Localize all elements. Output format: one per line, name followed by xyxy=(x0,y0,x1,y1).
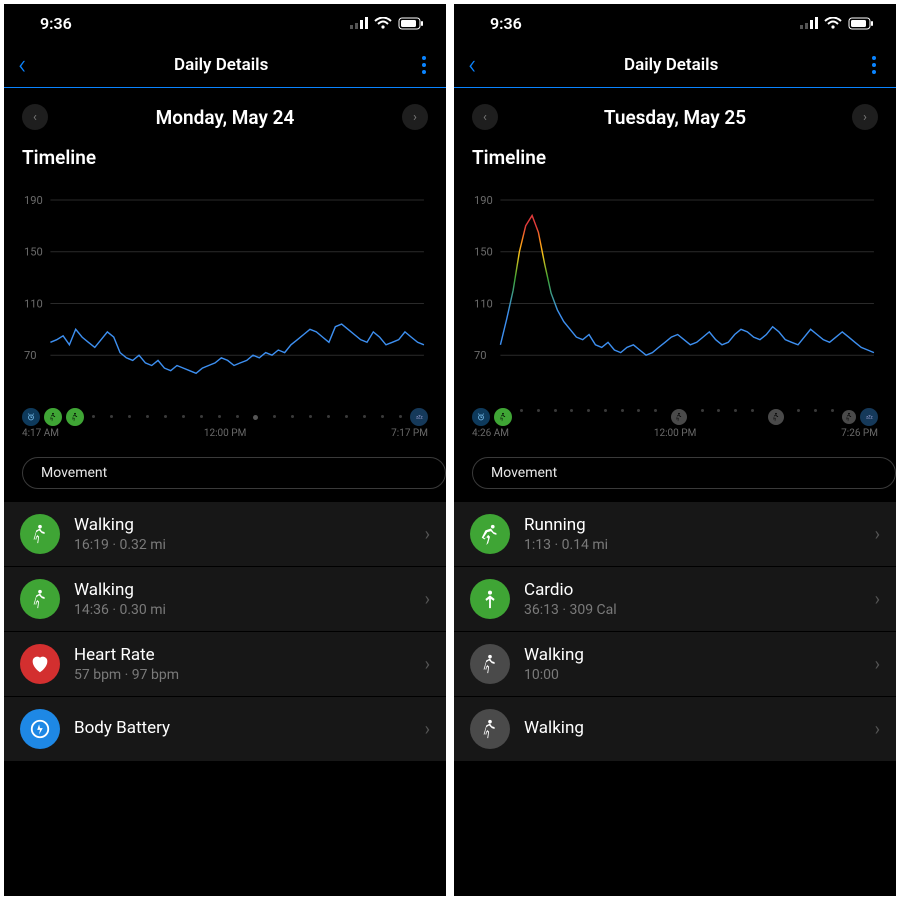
body-battery-icon xyxy=(20,709,60,749)
activity-title: Cardio xyxy=(524,580,861,600)
activity-row[interactable]: Walking › xyxy=(454,696,896,761)
walk-icon xyxy=(842,410,856,424)
heart-rate-chart[interactable]: 70 110 150 190 xyxy=(22,179,428,404)
chevron-right-icon: › xyxy=(425,654,430,675)
alarm-icon xyxy=(472,408,490,426)
activity-subtitle: 14:36 · 0.30 mi xyxy=(74,602,411,618)
activity-row[interactable]: Walking 16:19 · 0.32 mi › xyxy=(4,501,446,566)
activity-strip: zZz xyxy=(454,404,896,426)
chevron-right-icon: › xyxy=(875,524,880,545)
page-title: Daily Details xyxy=(174,55,268,75)
timeline-dots xyxy=(516,409,838,425)
activity-row[interactable]: Running 1:13 · 0.14 mi › xyxy=(454,501,896,566)
walk-icon xyxy=(470,644,510,684)
svg-text:70: 70 xyxy=(24,349,37,362)
signal-icon xyxy=(800,17,818,29)
chevron-right-icon: › xyxy=(875,654,880,675)
screen-left: 9:36 ‹ Daily Details ‹ Monday, May 24 › … xyxy=(4,4,446,896)
status-time: 9:36 xyxy=(490,14,522,33)
activity-subtitle: 57 bpm · 97 bpm xyxy=(74,667,411,683)
svg-text:110: 110 xyxy=(474,298,493,311)
activity-list: Walking 16:19 · 0.32 mi › Walking 14:36 … xyxy=(4,501,446,761)
chevron-right-icon: › xyxy=(875,589,880,610)
walk-icon xyxy=(671,409,687,425)
screen-right: 9:36 ‹ Daily Details ‹ Tuesday, May 25 ›… xyxy=(454,4,896,896)
status-bar: 9:36 xyxy=(4,4,446,42)
walk-icon xyxy=(768,409,784,425)
back-button[interactable]: ‹ xyxy=(468,48,476,81)
svg-text:zZz: zZz xyxy=(416,416,423,421)
next-day-button[interactable]: › xyxy=(852,104,878,130)
activity-list: Running 1:13 · 0.14 mi › Cardio 36:13 · … xyxy=(454,501,896,761)
timeline-heading: Timeline xyxy=(4,140,446,173)
walk-icon xyxy=(44,408,62,426)
activity-subtitle: 10:00 xyxy=(524,667,861,683)
activity-title: Body Battery xyxy=(74,718,411,738)
more-menu-button[interactable] xyxy=(416,50,432,80)
sleep-icon: zZz xyxy=(410,408,428,426)
activity-row[interactable]: Walking 10:00 › xyxy=(454,631,896,696)
status-bar: 9:36 xyxy=(454,4,896,42)
battery-icon xyxy=(398,17,424,30)
movement-filter-pill[interactable]: Movement xyxy=(472,457,896,489)
chart-x-labels: 4:17 AM 12:00 PM 7:17 PM xyxy=(4,426,446,453)
activity-title: Walking xyxy=(524,645,861,665)
battery-icon xyxy=(848,17,874,30)
sleep-icon: zZz xyxy=(860,408,878,426)
wifi-icon xyxy=(824,17,842,30)
activity-subtitle: 1:13 · 0.14 mi xyxy=(524,537,861,553)
walk-icon xyxy=(470,709,510,749)
walk-icon xyxy=(494,408,512,426)
timeline-dots xyxy=(88,415,406,420)
alarm-icon xyxy=(22,408,40,426)
chart-x-labels: 4:26 AM 12:00 PM 7:26 PM xyxy=(454,426,896,453)
heart-icon xyxy=(20,644,60,684)
back-button[interactable]: ‹ xyxy=(18,48,26,81)
svg-text:190: 190 xyxy=(474,194,493,207)
chevron-right-icon: › xyxy=(425,589,430,610)
walk-icon xyxy=(20,579,60,619)
wifi-icon xyxy=(374,17,392,30)
prev-day-button[interactable]: ‹ xyxy=(22,104,48,130)
chevron-right-icon: › xyxy=(875,719,880,740)
heart-rate-chart[interactable]: 70 110 150 190 xyxy=(472,179,878,404)
nav-bar: ‹ Daily Details xyxy=(4,42,446,88)
chevron-right-icon: › xyxy=(425,524,430,545)
svg-text:70: 70 xyxy=(474,349,487,362)
svg-text:zZz: zZz xyxy=(866,416,873,421)
more-menu-button[interactable] xyxy=(866,50,882,80)
activity-row[interactable]: Cardio 36:13 · 309 Cal › xyxy=(454,566,896,631)
svg-text:110: 110 xyxy=(24,298,43,311)
activity-row[interactable]: Heart Rate 57 bpm · 97 bpm › xyxy=(4,631,446,696)
run-icon xyxy=(470,514,510,554)
walk-icon xyxy=(66,408,84,426)
status-time: 9:36 xyxy=(40,14,72,33)
chevron-right-icon: › xyxy=(425,719,430,740)
cardio-icon xyxy=(470,579,510,619)
activity-title: Walking xyxy=(524,718,861,738)
movement-filter-pill[interactable]: Movement xyxy=(22,457,446,489)
activity-strip: zZz xyxy=(4,404,446,426)
date-label: Tuesday, May 25 xyxy=(604,106,746,129)
walk-icon xyxy=(20,514,60,554)
activity-row[interactable]: Body Battery › xyxy=(4,696,446,761)
signal-icon xyxy=(350,17,368,29)
date-label: Monday, May 24 xyxy=(156,106,295,129)
svg-text:190: 190 xyxy=(24,194,43,207)
activity-title: Running xyxy=(524,515,861,535)
svg-text:150: 150 xyxy=(24,246,43,259)
nav-bar: ‹ Daily Details xyxy=(454,42,896,88)
activity-title: Heart Rate xyxy=(74,645,411,665)
activity-row[interactable]: Walking 14:36 · 0.30 mi › xyxy=(4,566,446,631)
next-day-button[interactable]: › xyxy=(402,104,428,130)
timeline-heading: Timeline xyxy=(454,140,896,173)
activity-subtitle: 16:19 · 0.32 mi xyxy=(74,537,411,553)
activity-title: Walking xyxy=(74,515,411,535)
activity-title: Walking xyxy=(74,580,411,600)
page-title: Daily Details xyxy=(624,55,718,75)
activity-subtitle: 36:13 · 309 Cal xyxy=(524,602,861,618)
svg-text:150: 150 xyxy=(474,246,493,259)
prev-day-button[interactable]: ‹ xyxy=(472,104,498,130)
